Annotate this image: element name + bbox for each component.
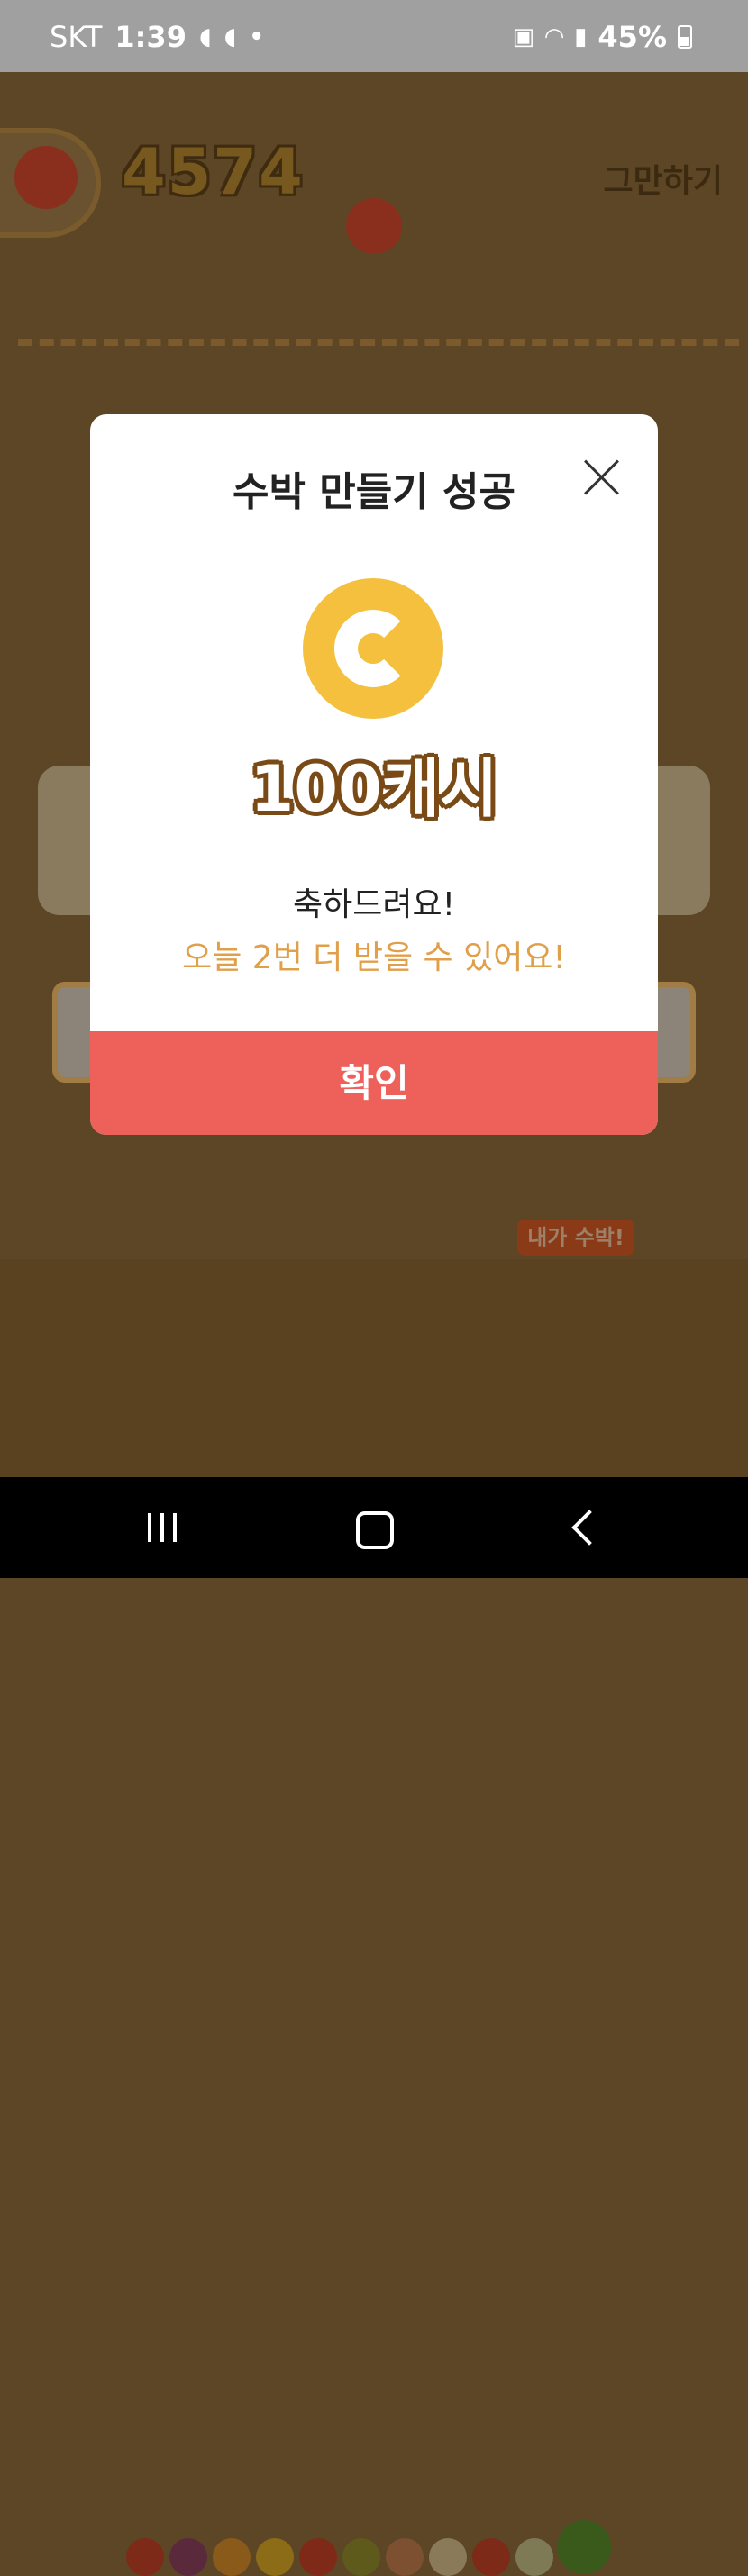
fruit-9 [472, 2538, 510, 2576]
my-watermelon-badge: 내가 수박! [517, 1220, 634, 1256]
status-right: ▣ ◠ ▮ 45% [513, 20, 692, 54]
congrats-text: 축하드려요! [292, 886, 456, 923]
reward-amount: 100캐시 [250, 752, 498, 826]
back-icon[interactable] [571, 1510, 607, 1546]
current-fruit-pill [0, 128, 101, 238]
fruit-4 [256, 2538, 294, 2576]
signal-icon: ▮ [574, 23, 588, 50]
recent-apps-icon[interactable] [148, 1513, 177, 1542]
battery-saver-icon: ▣ [512, 23, 535, 50]
watermelon-fruit [557, 2520, 611, 2574]
cashwalk-icon: ◖ [223, 23, 237, 50]
close-icon[interactable] [582, 458, 622, 497]
clock: 1:39 [114, 20, 187, 54]
home-icon[interactable] [356, 1511, 394, 1549]
cashwalk-icon: ◖ [198, 23, 212, 50]
fruit-1 [126, 2538, 164, 2576]
coin-letter-c [334, 610, 412, 687]
dot-icon: • [249, 23, 264, 50]
fruit-7 [386, 2538, 424, 2576]
score: 4574 [122, 135, 305, 209]
reward-modal: 수박 만들기 성공 100캐시 축하드려요! 오늘 2번 더 받을 수 있어요!… [90, 414, 658, 1135]
fruit-evolution-tray [0, 1259, 748, 2576]
fruit-6 [342, 2538, 380, 2576]
battery-icon [678, 25, 692, 49]
fruit-10 [515, 2538, 553, 2576]
cherry-fruit-icon [14, 146, 78, 209]
carrier-label: SKT [50, 20, 103, 54]
cash-coin-icon [303, 578, 443, 719]
quit-button[interactable]: 그만하기 [604, 155, 723, 202]
fruit-8 [429, 2538, 467, 2576]
remaining-count-text: 오늘 2번 더 받을 수 있어요! [182, 939, 566, 976]
navigation-bar [0, 1477, 748, 1578]
fruit-5 [299, 2538, 337, 2576]
status-bar: SKT 1:39 ◖ ◖ • ▣ ◠ ▮ 45% [0, 0, 748, 72]
battery-percent: 45% [597, 20, 667, 54]
fruit-3 [213, 2538, 251, 2576]
fruit-2 [169, 2538, 207, 2576]
dropping-fruit[interactable] [346, 198, 402, 254]
modal-title: 수박 만들기 성공 [233, 469, 515, 515]
confirm-button[interactable]: 확인 [90, 1031, 658, 1135]
status-left: SKT 1:39 ◖ ◖ • [50, 20, 264, 54]
limit-line [18, 339, 739, 346]
wifi-icon: ◠ [545, 23, 564, 50]
